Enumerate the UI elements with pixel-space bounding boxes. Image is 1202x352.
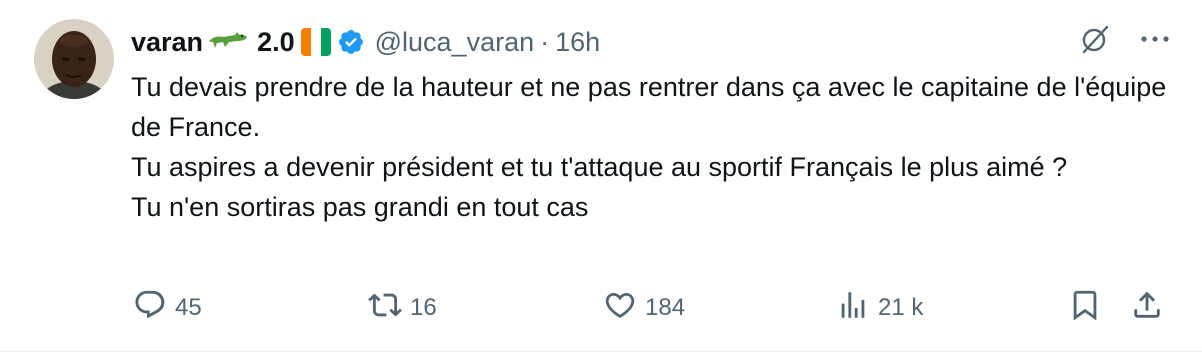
repost-button[interactable]: 16	[368, 286, 437, 330]
bookmark-icon	[1068, 288, 1102, 329]
tweet-timestamp[interactable]: 16h	[555, 27, 600, 58]
repost-icon	[368, 288, 402, 329]
reply-count: 45	[175, 294, 202, 321]
tweet-top-actions	[1080, 24, 1170, 54]
view-count: 21 k	[878, 294, 924, 321]
tweet-action-bar: 45 16 184 21 k	[0, 286, 1202, 330]
more-options-icon[interactable]	[1140, 34, 1170, 44]
views-button[interactable]: 21 k	[836, 286, 923, 330]
share-icon	[1130, 288, 1164, 329]
analytics-icon	[836, 288, 870, 329]
like-button[interactable]: 184	[603, 286, 685, 330]
crocodile-icon	[207, 27, 249, 58]
tweet-card[interactable]: varan 2.0 @luca_varan · 16h Tu devais pr…	[0, 0, 1202, 352]
verified-badge-icon[interactable]	[337, 28, 365, 56]
like-count: 184	[645, 294, 686, 321]
header-separator: ·	[540, 26, 550, 57]
author-name-suffix: 2.0	[257, 26, 295, 57]
tweet-header: varan 2.0 @luca_varan · 16h	[131, 24, 600, 60]
reply-icon	[133, 288, 167, 329]
repost-count: 16	[410, 294, 437, 321]
cote-divoire-flag-icon	[300, 28, 331, 56]
share-button[interactable]	[1130, 286, 1164, 330]
bookmark-button[interactable]	[1068, 286, 1102, 330]
tweet-text-line: Tu n'en sortiras pas grandi en tout cas	[131, 192, 589, 222]
avatar-image	[34, 19, 114, 99]
grok-icon[interactable]	[1080, 24, 1110, 54]
author-display-name[interactable]: varan	[131, 27, 203, 58]
avatar[interactable]	[34, 19, 114, 99]
heart-icon	[603, 288, 637, 329]
tweet-text-line: Tu devais prendre de la hauteur et ne pa…	[131, 72, 1167, 142]
reply-button[interactable]: 45	[133, 286, 202, 330]
tweet-text: Tu devais prendre de la hauteur et ne pa…	[131, 67, 1171, 227]
author-handle[interactable]: @luca_varan	[375, 27, 535, 58]
tweet-text-line: Tu aspires a devenir président et tu t'a…	[131, 152, 1068, 182]
